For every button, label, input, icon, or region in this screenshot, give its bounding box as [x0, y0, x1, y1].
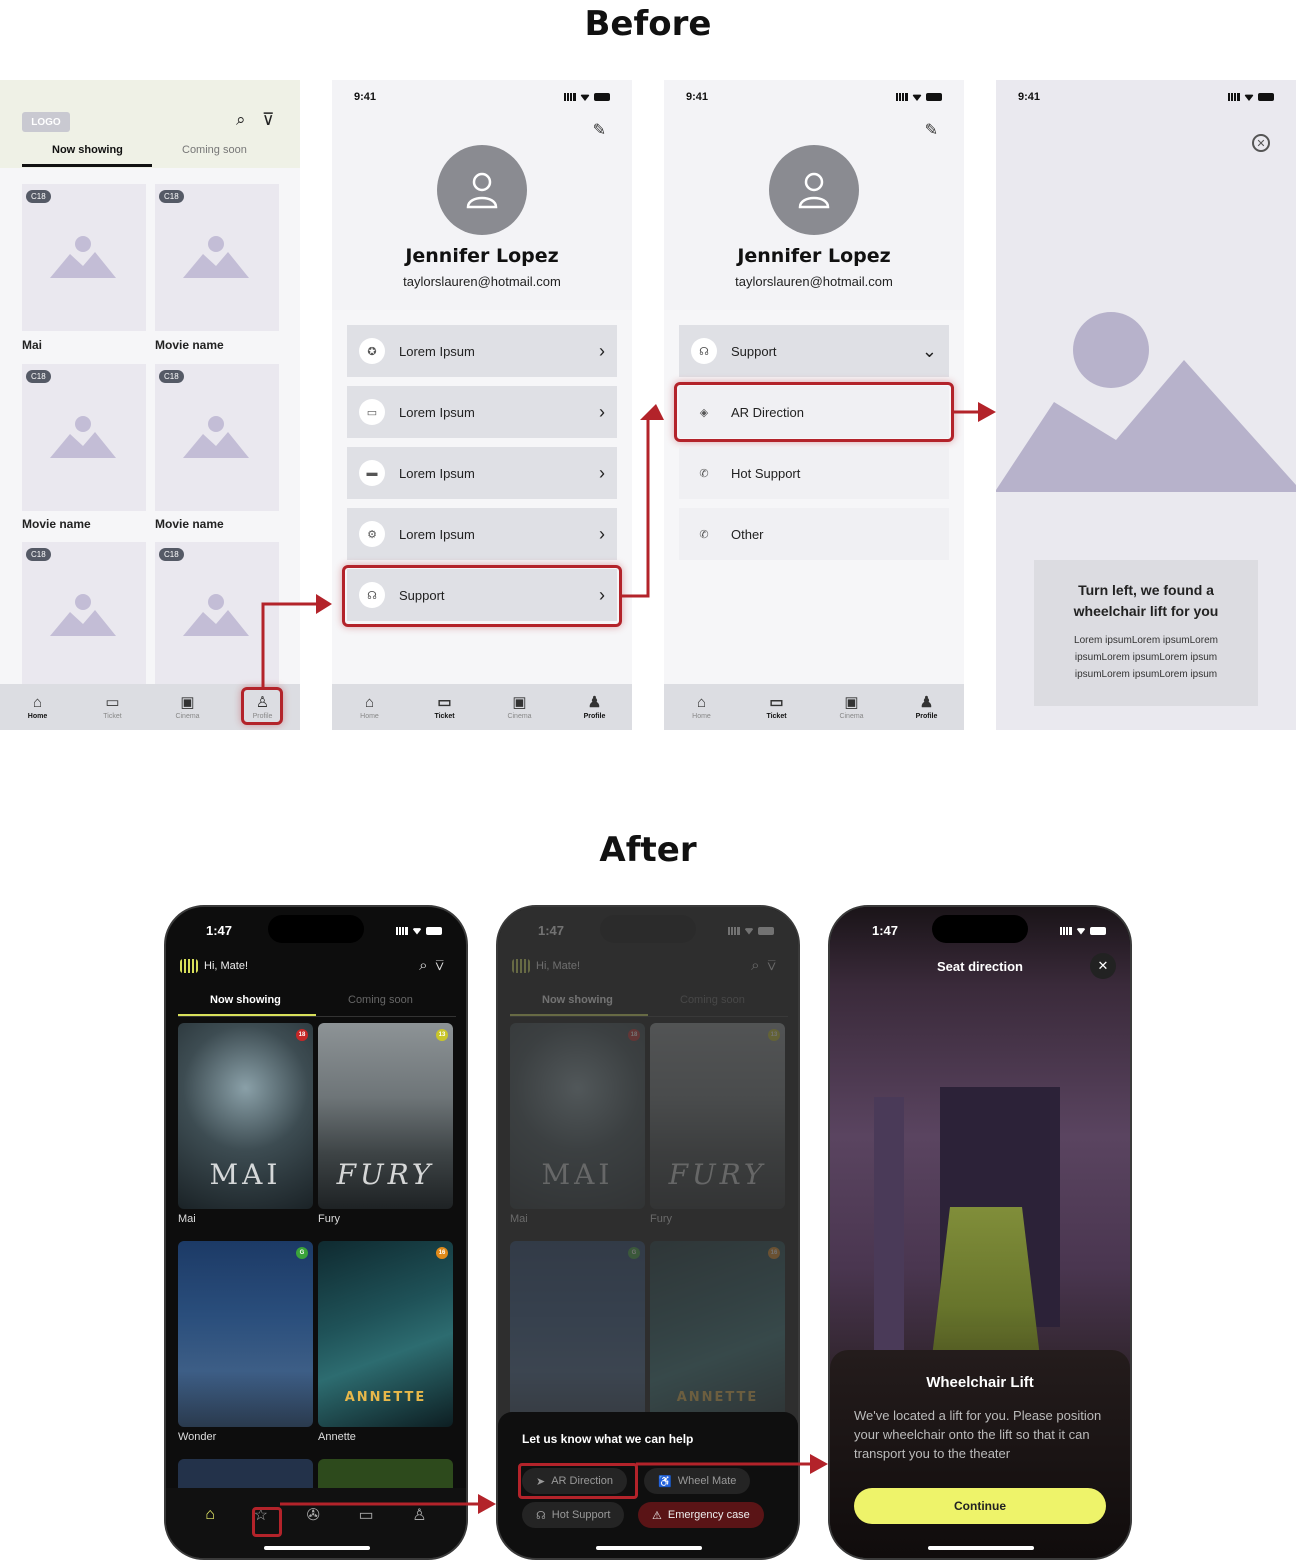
movie-poster[interactable]: 18 MAI	[178, 1023, 313, 1209]
search-icon[interactable]: ⌕	[419, 957, 435, 974]
age-badge: 16	[436, 1247, 448, 1259]
status-time: 1:47	[206, 923, 233, 938]
filter-icon[interactable]: ⊽	[436, 957, 453, 974]
tab-divider	[178, 1016, 456, 1017]
age-badge: 13	[436, 1029, 448, 1041]
header-actions: ⌕⊽	[419, 957, 452, 974]
flow-arrows-before	[261, 402, 996, 688]
greeting: Hi, Mate!	[180, 959, 248, 973]
tab-now-showing[interactable]: Now showing	[210, 994, 281, 1006]
battery-icon	[1090, 926, 1106, 935]
tab-coming-soon[interactable]: Coming soon	[348, 994, 413, 1006]
close-button[interactable]: ✕	[1090, 953, 1116, 979]
wifi-icon	[1076, 928, 1086, 935]
signal-icon	[396, 926, 408, 935]
age-badge: G	[296, 1247, 308, 1259]
pillar	[874, 1097, 904, 1367]
greeting-text: Hi, Mate!	[204, 960, 249, 972]
logo-wave-icon	[180, 959, 198, 973]
status-bar: 1:47	[872, 923, 1106, 938]
age-badge: 18	[296, 1029, 308, 1041]
tab-underline	[178, 1014, 316, 1016]
signal-icon	[1060, 926, 1072, 935]
screen-title: Seat direction	[937, 959, 1023, 974]
status-bar: 1:47	[206, 923, 442, 938]
movie-poster[interactable]: 13 FURY	[318, 1023, 453, 1209]
close-icon: ✕	[1097, 958, 1109, 973]
movie-name: Fury	[318, 1213, 340, 1225]
after-heading: After	[599, 830, 697, 870]
battery-icon	[426, 926, 442, 935]
flow-arrows-after	[280, 1454, 828, 1514]
wifi-icon	[412, 928, 422, 935]
poster-title: FURY	[336, 1158, 435, 1191]
status-time: 1:47	[872, 923, 899, 938]
movie-name: Mai	[178, 1213, 196, 1225]
poster-title: MAI	[209, 1158, 282, 1191]
